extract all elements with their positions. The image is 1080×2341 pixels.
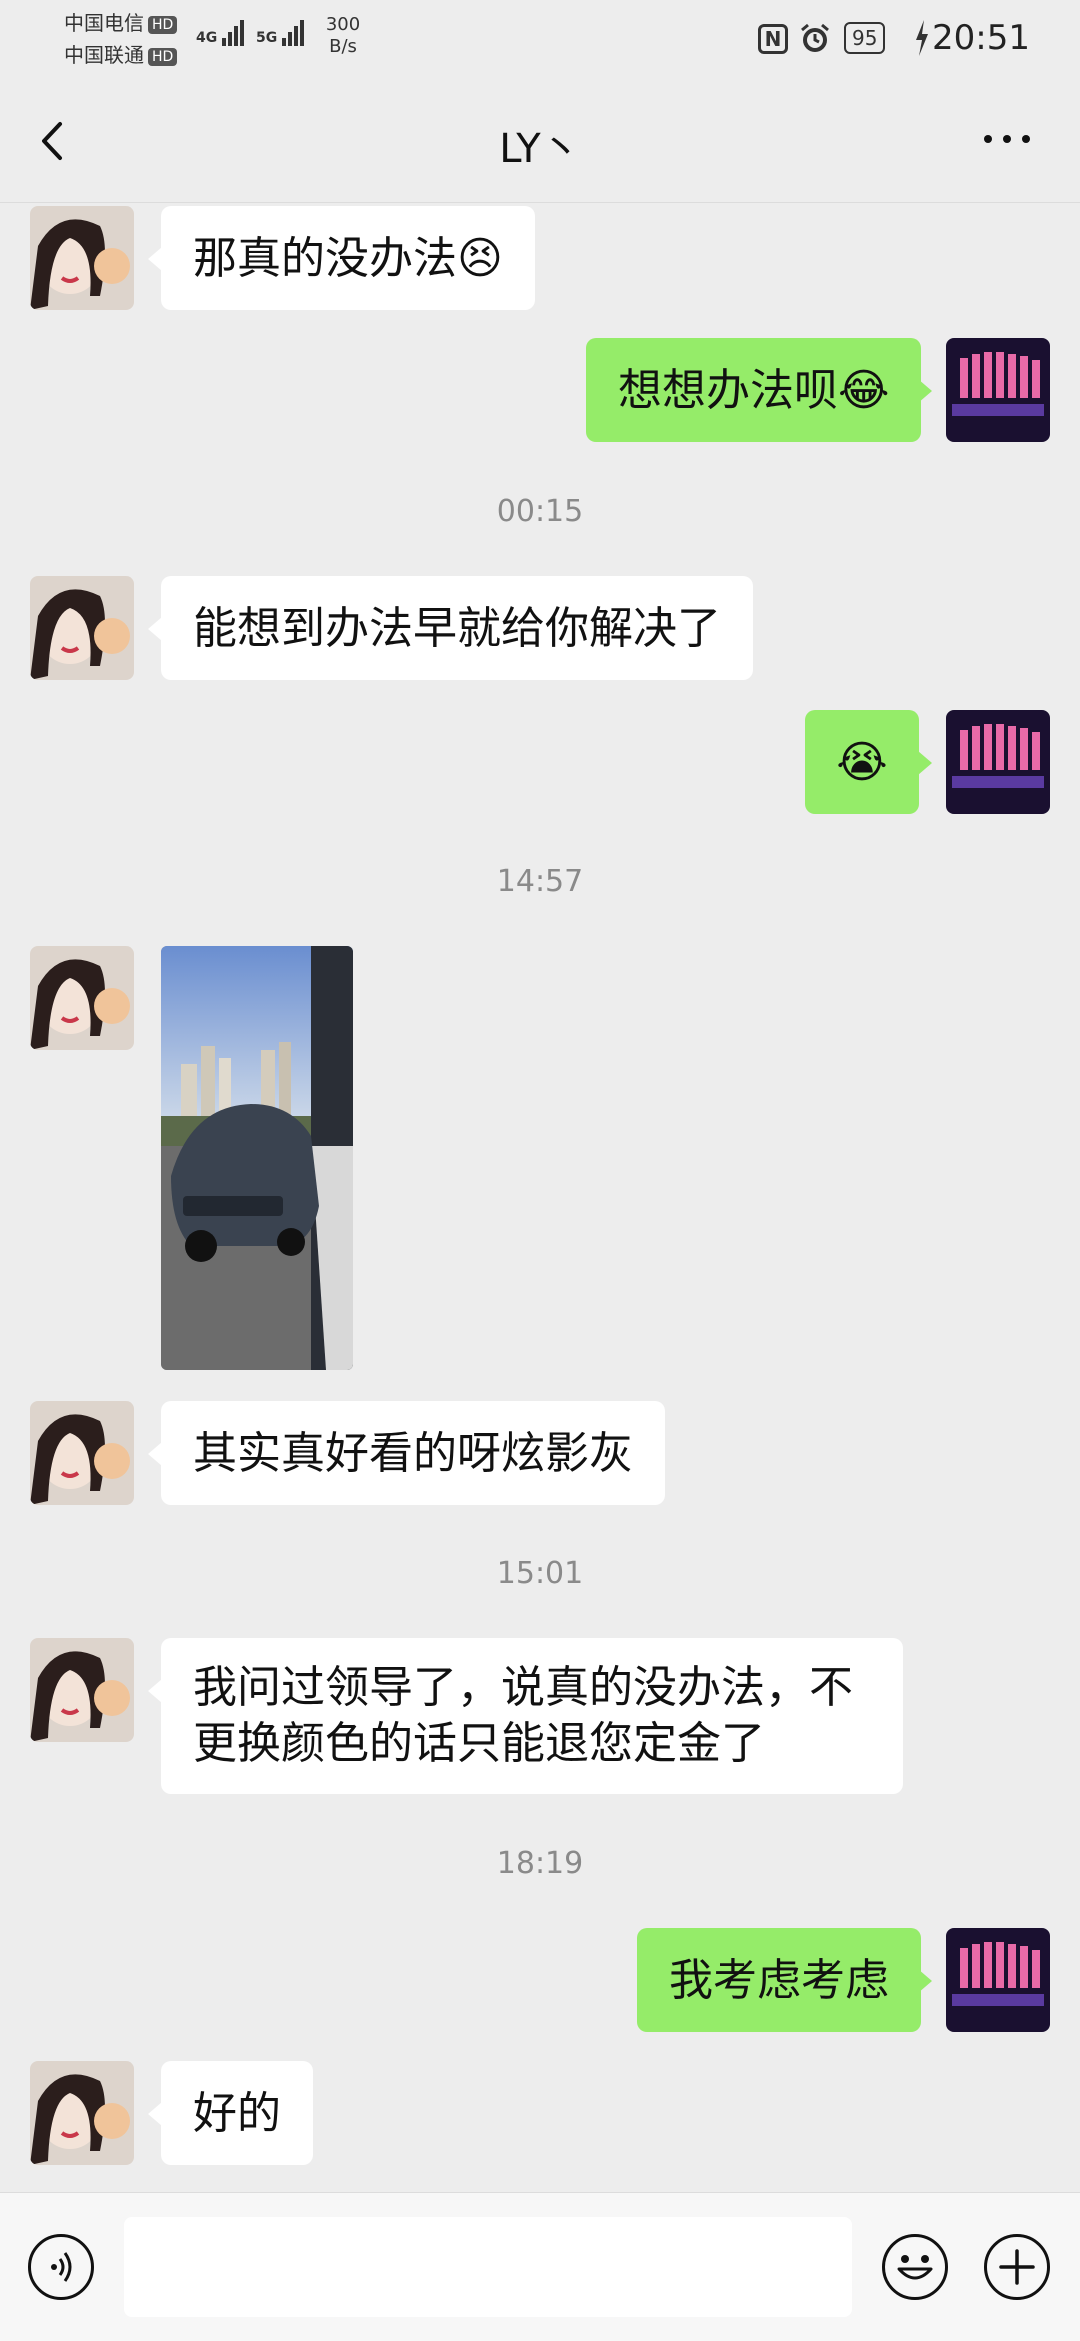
voice-icon — [51, 2252, 72, 2282]
bubble-tail — [918, 751, 932, 775]
status-bar: 中国电信 HD 中国联通 HD 4G 5G 300 B/s N 95 20:51 — [0, 0, 1080, 80]
charging-icon — [914, 20, 930, 60]
my-avatar[interactable] — [946, 338, 1050, 442]
message-bubble-incoming[interactable]: 我问过领导了，说真的没办法，不 更换颜色的话只能退您定金了 — [161, 1638, 903, 1794]
bubble-tail — [148, 1679, 162, 1703]
timestamp: 14:57 — [496, 864, 584, 899]
message-input[interactable] — [124, 2217, 852, 2317]
input-bar — [0, 2192, 1080, 2341]
nfc-icon: N — [758, 24, 788, 54]
my-avatar[interactable] — [946, 1928, 1050, 2032]
plus-button[interactable] — [984, 2234, 1050, 2300]
bubble-tail — [918, 1969, 932, 1993]
timestamp: 00:15 — [496, 494, 584, 529]
message-bubble-incoming[interactable]: 其实真好看的呀炫影灰 — [161, 1401, 665, 1505]
my-avatar[interactable] — [946, 710, 1050, 814]
contact-avatar[interactable] — [30, 946, 134, 1050]
message-line: 更换颜色的话只能退您定金了 — [193, 1718, 765, 1769]
battery-indicator: 95 — [844, 22, 886, 54]
bubble-tail — [148, 617, 162, 641]
message-bubble-incoming[interactable]: 那真的没办法😣 — [161, 206, 535, 310]
more-button[interactable] — [978, 124, 1038, 154]
emoji-button[interactable] — [882, 2234, 948, 2300]
clock: 20:51 — [932, 18, 1030, 58]
message-bubble-incoming[interactable]: 能想到办法早就给你解决了 — [161, 576, 753, 680]
message-line: 我问过领导了，说真的没办法，不 — [193, 1662, 853, 1713]
more-horizontal-icon — [984, 135, 1030, 143]
carrier-2: 中国联通 HD — [64, 42, 178, 68]
chat-header: LY丶 — [0, 80, 1080, 203]
signal-5g-icon: 5G — [256, 20, 306, 46]
network-speed: 300 B/s — [325, 14, 361, 57]
contact-avatar[interactable] — [30, 2061, 134, 2165]
contact-avatar[interactable] — [30, 1401, 134, 1505]
contact-avatar[interactable] — [30, 576, 134, 680]
message-bubble-outgoing[interactable]: 想想办法呗😂 — [586, 338, 922, 442]
contact-avatar[interactable] — [30, 206, 134, 310]
car-photo[interactable] — [161, 946, 353, 1370]
message-bubble-outgoing[interactable]: 😭 — [805, 710, 919, 814]
voice-button[interactable] — [28, 2234, 94, 2300]
message-bubble-outgoing[interactable]: 我考虑考虑 — [637, 1928, 921, 2032]
emoji-icon — [897, 2255, 933, 2280]
timestamp: 18:19 — [496, 1846, 584, 1881]
alarm-icon — [798, 22, 832, 60]
bubble-tail — [148, 1442, 162, 1466]
plus-icon — [999, 2249, 1035, 2285]
message-bubble-incoming[interactable]: 好的 — [161, 2061, 313, 2165]
bubble-tail — [918, 379, 932, 403]
contact-avatar[interactable] — [30, 1638, 134, 1742]
chat-title: LY丶 — [499, 126, 581, 172]
timestamp: 15:01 — [496, 1556, 584, 1591]
bubble-tail — [148, 2102, 162, 2126]
carrier-1: 中国电信 HD — [64, 10, 178, 36]
signal-4g-icon: 4G — [196, 20, 246, 46]
bubble-tail — [148, 247, 162, 271]
